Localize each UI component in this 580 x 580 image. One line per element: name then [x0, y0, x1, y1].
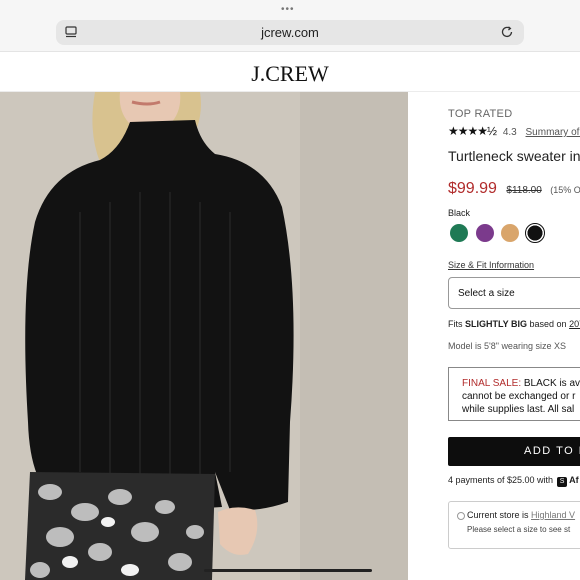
jcrew-logo[interactable]: J.CREW: [0, 61, 580, 87]
payments-brand: Af: [569, 475, 579, 485]
product-image[interactable]: [0, 92, 408, 580]
store-radio[interactable]: [457, 512, 465, 520]
final-sale-label: FINAL SALE:: [462, 378, 522, 389]
store-pickup-box[interactable]: Current store is Highland V Please selec…: [448, 501, 580, 549]
size-select[interactable]: Select a size: [448, 277, 580, 309]
sale-price: $99.99: [448, 180, 497, 197]
color-swatch-camel[interactable]: [501, 224, 519, 242]
reload-icon[interactable]: [500, 25, 514, 39]
final-sale-line3: while supplies last. All sal: [462, 404, 575, 415]
site-header: J.CREW: [0, 52, 580, 92]
fit-feedback: Fits SLIGHTLY BIG based on 207: [448, 319, 580, 329]
discount-percent: (15% Off: [550, 185, 580, 195]
selected-color-label: Black: [448, 208, 471, 218]
model-size-note: Model is 5'8" wearing size XS: [448, 341, 566, 351]
add-to-bag-button[interactable]: ADD TO B: [448, 437, 580, 466]
browser-toolbar: ••• jcrew.com: [0, 0, 580, 52]
reviews-summary-link[interactable]: Summary of 2: [526, 127, 580, 138]
current-store: Current store is Highland V: [467, 510, 575, 520]
installment-payments: 4 payments of $25.00 with S Af: [448, 475, 579, 487]
final-sale-notice: FINAL SALE: BLACK is ava cannot be excha…: [448, 367, 580, 421]
color-swatch-purple[interactable]: [476, 224, 494, 242]
product-title: Turtleneck sweater in: [448, 148, 580, 164]
address-bar[interactable]: jcrew.com: [56, 20, 524, 45]
fit-prefix: Fits: [448, 319, 465, 329]
size-fit-info-link[interactable]: Size & Fit Information: [448, 260, 534, 270]
fit-value: SLIGHTLY BIG: [465, 319, 528, 329]
add-to-bag-label: ADD TO B: [524, 445, 580, 457]
product-details-panel: TOP RATED ★★★★½ 4.3 Summary of 2 Turtlen…: [448, 92, 580, 580]
store-hint: Please select a size to see st: [467, 525, 571, 534]
rating-value: 4.3: [502, 127, 517, 138]
more-dots-icon[interactable]: •••: [281, 4, 295, 15]
product-photo-illustration: [0, 92, 408, 580]
color-swatch-black[interactable]: [525, 223, 545, 243]
rating-row: ★★★★½ 4.3 Summary of 2: [448, 124, 580, 138]
current-store-label: Current store is: [467, 510, 532, 520]
store-link[interactable]: Highland V: [531, 510, 575, 520]
final-sale-text: FINAL SALE: BLACK is ava cannot be excha…: [462, 377, 580, 416]
top-rated-badge: TOP RATED: [448, 108, 513, 120]
price-row: $99.99 $118.00 (15% Off: [448, 180, 580, 198]
color-swatch-green[interactable]: [450, 224, 468, 242]
size-select-label: Select a size: [458, 288, 515, 299]
afterpay-icon: S: [557, 477, 568, 487]
final-sale-line2: cannot be exchanged or r: [462, 391, 576, 402]
star-rating-icon: ★★★★½: [448, 124, 497, 138]
payments-text: 4 payments of $25.00 with: [448, 475, 554, 485]
final-sale-line1: BLACK is ava: [521, 378, 580, 389]
scroll-indicator[interactable]: [204, 569, 372, 572]
fit-reviews-link[interactable]: 207: [569, 319, 580, 329]
url-text[interactable]: jcrew.com: [56, 25, 524, 40]
fit-middle: based on: [527, 319, 570, 329]
original-price: $118.00: [506, 185, 542, 196]
